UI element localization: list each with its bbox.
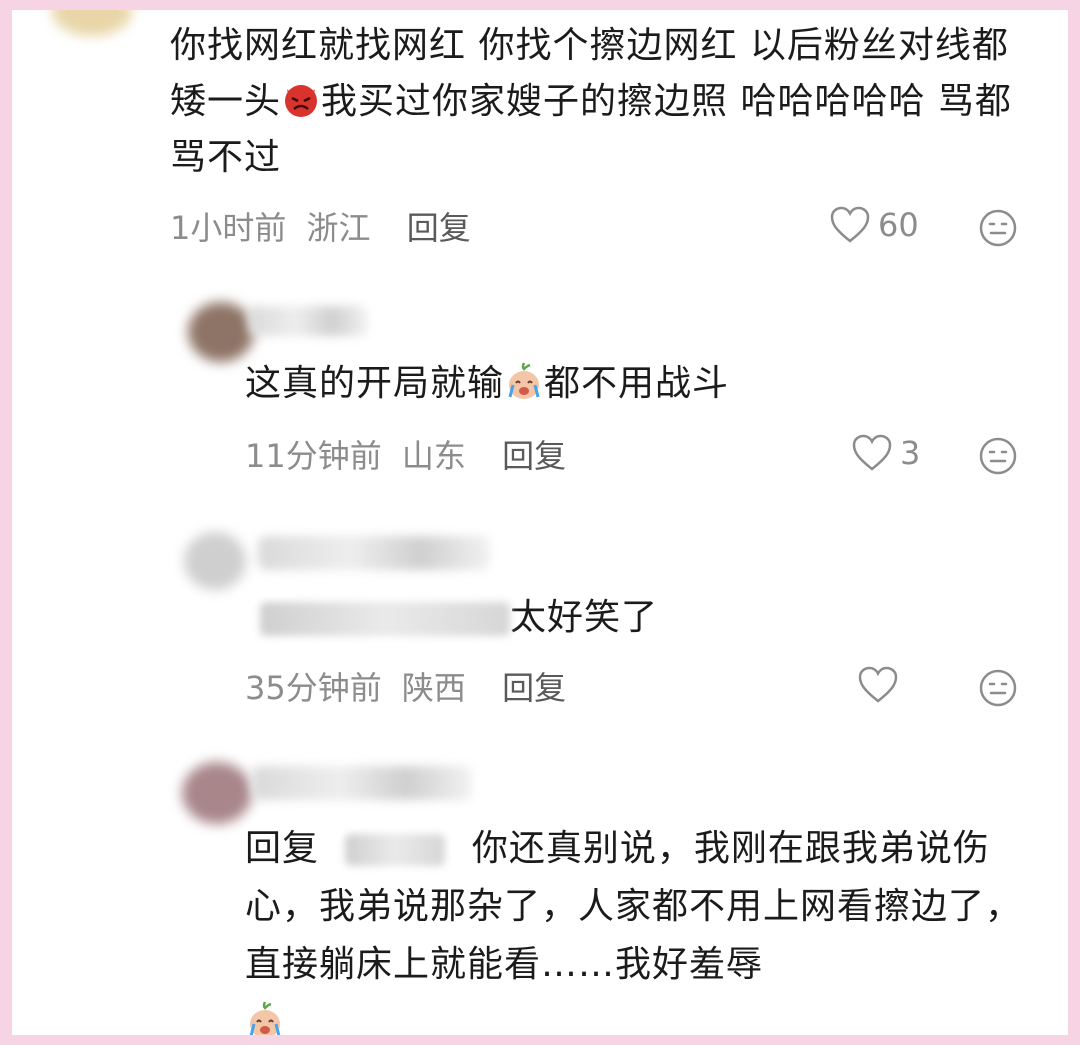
comment-location: 山东 <box>401 437 466 475</box>
crying-face-icon <box>508 362 540 399</box>
avatar[interactable] <box>182 762 252 824</box>
comment-location: 浙江 <box>306 209 371 247</box>
angry-devil-icon <box>285 85 318 117</box>
reply-button[interactable]: 回复 <box>502 669 566 707</box>
like-button[interactable] <box>858 666 906 704</box>
avatar[interactable] <box>52 10 132 36</box>
like-button[interactable]: 60 <box>830 206 919 244</box>
avatar[interactable] <box>188 302 254 362</box>
comment-time: 35分钟前 <box>245 669 382 707</box>
dislike-face-icon[interactable] <box>978 208 1018 248</box>
comment-time: 11分钟前 <box>245 437 382 475</box>
comment-text: 你找网红就找网红 你找个擦边网红 以后粉丝对线都矮一头 我买过你家嫂子的擦边照 哈… <box>170 18 1040 186</box>
reply-button[interactable]: 回复 <box>407 209 471 247</box>
username-blurred[interactable] <box>258 536 490 570</box>
comment-location: 陕西 <box>401 669 466 707</box>
mention-blurred[interactable] <box>345 834 446 866</box>
like-count: 60 <box>878 206 919 244</box>
comment-meta: 35分钟前 陕西 回复 <box>245 668 566 708</box>
mention-blurred[interactable] <box>260 602 510 636</box>
username-blurred[interactable] <box>252 766 472 800</box>
heart-icon <box>830 206 870 243</box>
like-button[interactable]: 3 <box>852 434 920 472</box>
dislike-face-icon[interactable] <box>978 436 1018 476</box>
reply-button[interactable]: 回复 <box>502 437 566 475</box>
comment-text-part: 这真的开局就输 <box>245 363 505 404</box>
like-count: 3 <box>900 434 921 472</box>
comment-panel: 你找网红就找网红 你找个擦边网红 以后粉丝对线都矮一头 我买过你家嫂子的擦边照 哈… <box>12 10 1068 1035</box>
heart-icon <box>852 434 892 471</box>
comment-text: 这真的开局就输 都不用战斗 <box>245 356 1025 412</box>
comment-meta: 1小时前 浙江 回复 <box>170 208 471 248</box>
comment-text: 回复 你还真别说，我刚在跟我弟说伤心，我弟说那杂了，人家都不用上网看擦边了，直接… <box>245 820 1035 1035</box>
username-blurred[interactable] <box>248 306 368 336</box>
reply-prefix: 回复 <box>245 828 320 869</box>
comment-text-part: 太好笑了 <box>510 597 659 638</box>
dislike-face-icon[interactable] <box>978 668 1018 708</box>
crying-face-icon <box>249 1001 281 1035</box>
heart-icon <box>858 666 898 703</box>
avatar[interactable] <box>184 532 246 590</box>
comment-meta: 11分钟前 山东 回复 <box>245 436 566 476</box>
comment-text: 太好笑了 <box>260 590 1020 646</box>
comment-text-part: 都不用战斗 <box>544 363 730 404</box>
comment-time: 1小时前 <box>170 209 287 247</box>
